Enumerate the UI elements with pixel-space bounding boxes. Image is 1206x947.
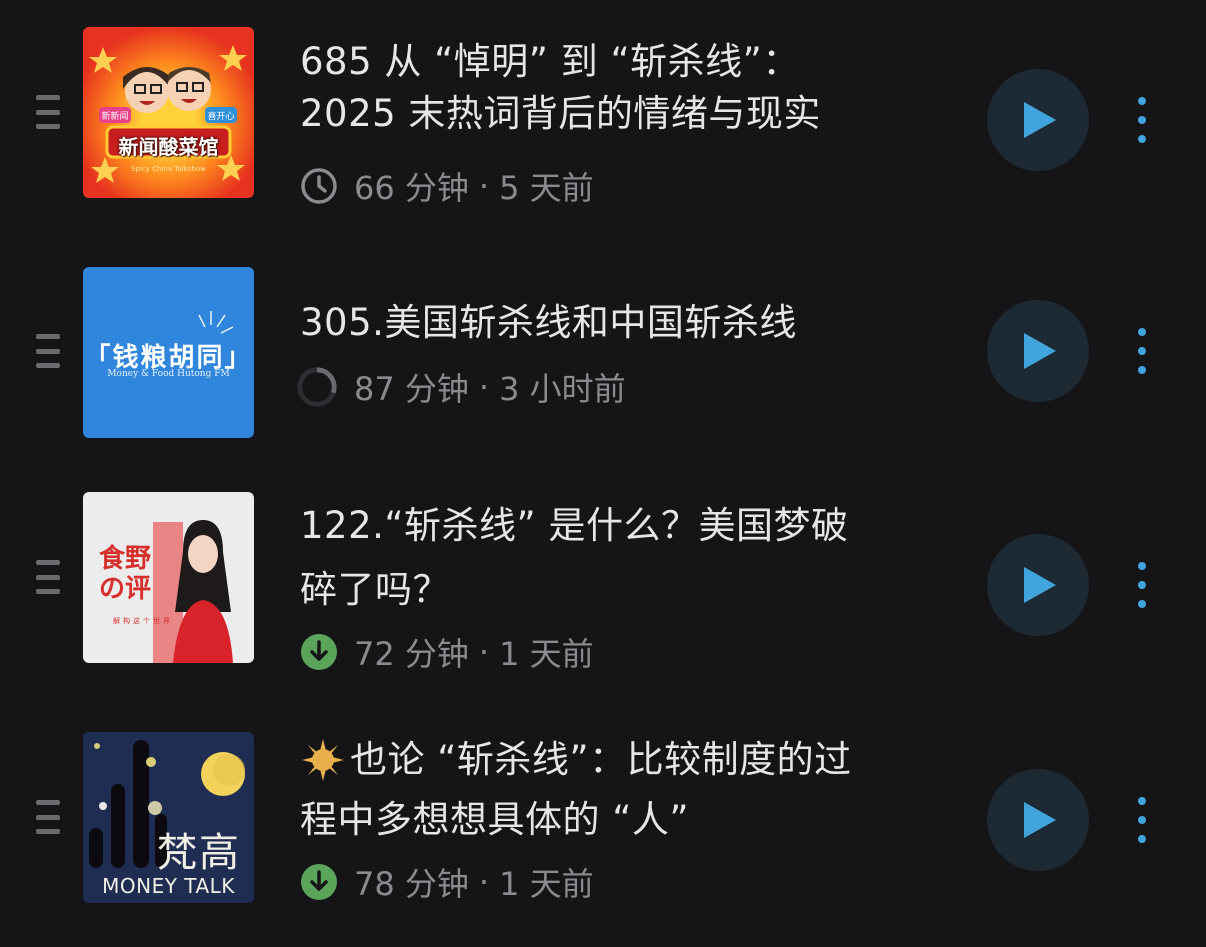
episode-age: 1 天前 [499, 865, 594, 903]
play-icon [1024, 567, 1056, 603]
clock-icon [300, 167, 338, 205]
episode-title-line: 程中多想想具体的 “人” [300, 798, 690, 841]
podcast-artwork[interactable]: 梵高 MONEY TALK [83, 732, 254, 903]
play-button[interactable] [987, 769, 1089, 871]
artwork-subtitle: 解构这个世界 [113, 617, 173, 625]
meta-separator: · [478, 167, 490, 205]
episode-title-line: 122.“斩杀线” 是什么？美国梦破 [300, 504, 849, 547]
artwork-title: 梵高 [157, 830, 241, 876]
episode-title-line: 碎了吗？ [300, 568, 450, 611]
more-options-icon[interactable] [1136, 562, 1148, 608]
play-icon [1024, 802, 1056, 838]
episode-title[interactable]: 也论 “斩杀线”：比较制度的过 程中多想想具体的 “人” [300, 734, 950, 846]
episode-title[interactable]: 122.“斩杀线” 是什么？美国梦破 碎了吗？ [300, 500, 950, 616]
episode-age: 1 天前 [499, 635, 594, 673]
downloaded-icon [300, 633, 338, 671]
episode-duration: 66 分钟 [354, 169, 469, 207]
episode-meta: 78 分钟 · 1 天前 [300, 862, 594, 903]
artwork-subtitle: Money & Food Hutong FM [107, 369, 230, 379]
episode-duration: 72 分钟 [354, 635, 469, 673]
episode-age: 5 天前 [499, 169, 594, 207]
episode-list: 新新闻 喜开心 新闻酸菜馆 Spicy China Talkshow 685 从… [0, 0, 1206, 947]
episode-title[interactable]: 685 从 “悼明” 到 “斩杀线”： 2025 末热词背后的情绪与现实 [300, 36, 950, 140]
artwork-subtitle: MONEY TALK [102, 874, 235, 898]
play-icon [1024, 333, 1056, 369]
podcast-artwork[interactable]: 新新闻 喜开心 新闻酸菜馆 Spicy China Talkshow [83, 27, 254, 198]
episode-title[interactable]: 305.美国斩杀线和中国斩杀线 [300, 297, 950, 349]
downloaded-icon [300, 863, 338, 901]
progress-ring-icon [297, 367, 338, 407]
episode-age: 3 小时前 [499, 370, 626, 408]
episode-title-line: 685 从 “悼明” 到 “斩杀线”： [300, 40, 800, 83]
svg-text:新新闻: 新新闻 [101, 110, 128, 122]
meta-separator: · [478, 863, 490, 901]
play-button[interactable] [987, 534, 1089, 636]
podcast-artwork[interactable]: 「钱粮胡同」 Money & Food Hutong FM [83, 267, 254, 438]
podcast-artwork[interactable]: 食野 の评 解构这个世界 [83, 492, 254, 663]
episode-meta: 72 分钟 · 1 天前 [300, 632, 594, 673]
play-icon [1024, 102, 1056, 138]
episode-duration: 87 分钟 [354, 370, 469, 408]
episode-duration: 78 分钟 [354, 865, 469, 903]
meta-separator: · [478, 633, 490, 671]
episode-title-line: 也论 “斩杀线”：比较制度的过 [300, 734, 950, 786]
drag-handle-icon[interactable] [36, 334, 60, 368]
more-options-icon[interactable] [1136, 97, 1148, 143]
episode-title-line: 2025 末热词背后的情绪与现实 [300, 92, 821, 135]
episode-meta: 66 分钟 · 5 天前 [300, 166, 594, 207]
play-button[interactable] [987, 300, 1089, 402]
sun-badge-icon [300, 737, 346, 783]
drag-handle-icon[interactable] [36, 95, 60, 129]
meta-separator: · [478, 368, 490, 406]
svg-text:喜开心: 喜开心 [207, 110, 234, 122]
drag-handle-icon[interactable] [36, 560, 60, 594]
more-options-icon[interactable] [1136, 328, 1148, 374]
artwork-subtitle: Spicy China Talkshow [131, 165, 206, 173]
artwork-title: 食野 の评 [99, 544, 152, 604]
play-button[interactable] [987, 69, 1089, 171]
more-options-icon[interactable] [1136, 797, 1148, 843]
episode-title-line: 305.美国斩杀线和中国斩杀线 [300, 301, 797, 344]
artwork-title: 新闻酸菜馆 [118, 135, 219, 159]
episode-meta: 87 分钟 · 3 小时前 [297, 367, 626, 408]
drag-handle-icon[interactable] [36, 800, 60, 834]
